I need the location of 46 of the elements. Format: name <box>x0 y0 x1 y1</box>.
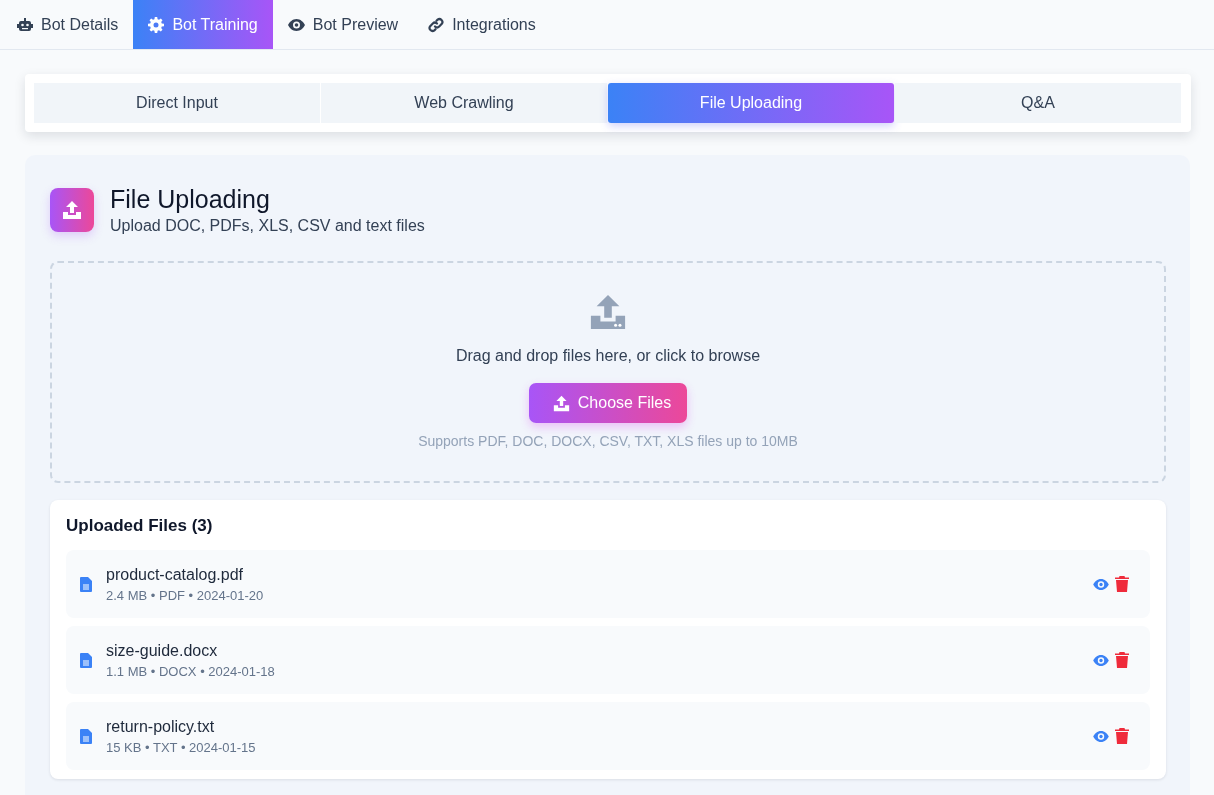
upload-icon <box>552 394 570 412</box>
file-row[interactable]: return-policy.txt 15 KB • TXT • 2024-01-15 <box>66 702 1150 770</box>
file-row[interactable]: size-guide.docx 1.1 MB • DOCX • 2024-01-18 <box>66 626 1150 694</box>
section-subtitle: Upload DOC, PDFs, XLS, CSV and text files <box>110 217 425 235</box>
trash-icon <box>1115 652 1129 668</box>
file-name: return-policy.txt <box>106 717 216 736</box>
eye-icon <box>1093 730 1109 742</box>
trash-icon <box>1115 728 1129 744</box>
uploaded-files-title: Uploaded Files (3) <box>66 516 214 536</box>
eye-icon <box>1093 578 1109 590</box>
drop-prompt: Drag and drop files here, or click to browse <box>455 347 761 365</box>
training-tab[interactable]: Q&A <box>895 83 1181 123</box>
trash-icon <box>1115 576 1129 592</box>
choose-files-button[interactable]: Choose Files <box>528 383 688 423</box>
training-tab[interactable]: Web Crawling <box>321 83 607 123</box>
section-title: File Uploading <box>110 185 271 214</box>
view-button[interactable] <box>1090 576 1112 592</box>
eye-icon <box>287 18 305 31</box>
nav-tab[interactable]: Bot Details <box>2 0 134 49</box>
file-types-hint: Supports PDF, DOC, DOCX, CSV, TXT, XLS files up to 10MB <box>418 433 798 449</box>
file-meta: 15 KB • TXT • 2024-01-15 <box>106 739 257 755</box>
delete-button[interactable] <box>1112 726 1132 746</box>
file-row[interactable]: product-catalog.pdf 2.4 MB • PDF • 2024-01-20 <box>66 550 1150 618</box>
document-icon <box>80 652 92 668</box>
training-tab[interactable]: File Uploading <box>608 83 894 123</box>
file-name: size-guide.docx <box>106 641 219 660</box>
drop-zone[interactable]: Drag and drop files here, or click to browse Choose Files Supports PDF, DOC, DOCX, CSV, TXT, XLS files up to 10MB <box>50 261 1166 483</box>
upload-badge-icon <box>50 188 94 232</box>
gear-icon <box>148 16 165 33</box>
eye-icon <box>1093 654 1109 666</box>
document-icon <box>80 576 92 592</box>
document-icon <box>80 728 92 744</box>
nav-tab[interactable]: Bot Training <box>133 0 273 49</box>
delete-button[interactable] <box>1112 650 1132 670</box>
training-tab[interactable]: Direct Input <box>34 83 320 123</box>
nav-tab[interactable]: Integrations <box>413 0 551 49</box>
delete-button[interactable] <box>1112 574 1132 594</box>
link-icon <box>428 16 445 33</box>
nav-tab[interactable]: Bot Preview <box>272 0 414 49</box>
view-button[interactable] <box>1090 652 1112 668</box>
upload-icon <box>589 293 627 331</box>
file-meta: 1.1 MB • DOCX • 2024-01-18 <box>106 663 276 679</box>
robot-icon <box>17 17 33 32</box>
view-button[interactable] <box>1090 728 1112 744</box>
file-name: product-catalog.pdf <box>106 565 244 584</box>
file-meta: 2.4 MB • PDF • 2024-01-20 <box>106 587 265 603</box>
